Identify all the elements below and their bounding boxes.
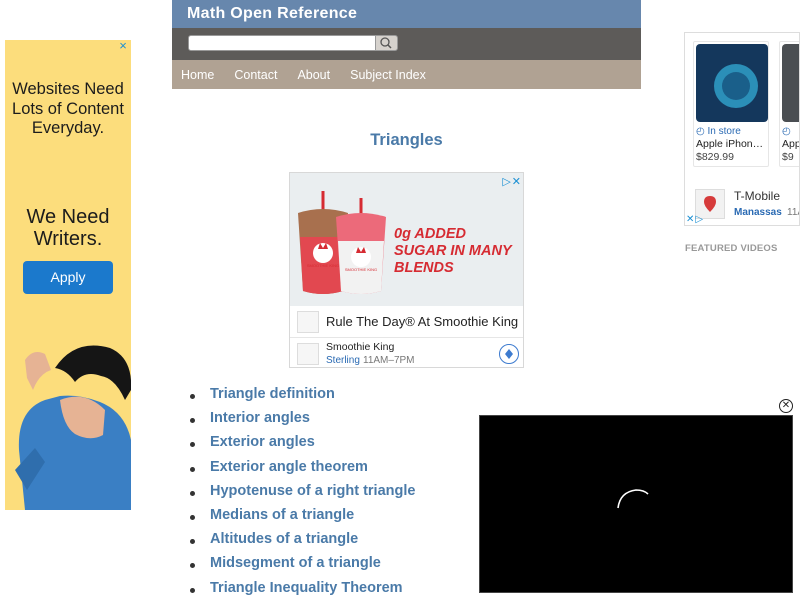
loading-spinner-icon	[617, 489, 649, 509]
list-bullet	[190, 442, 195, 448]
nav-home[interactable]: Home	[181, 68, 214, 82]
nav-about[interactable]: About	[297, 68, 330, 82]
product-name: App	[782, 138, 800, 150]
phone-image	[782, 44, 799, 122]
store-location[interactable]: Manassas	[734, 207, 782, 218]
availability-label: ◴ In store	[696, 126, 741, 137]
list-bullet	[190, 563, 195, 569]
smoothie-king-logo-icon	[297, 311, 319, 333]
video-close-icon[interactable]: ✕	[779, 399, 793, 413]
availability-label: ◴	[782, 126, 791, 137]
center-advertisement[interactable]: SMOOTHIE KING SMOOTHIE KING 0g ADDED SUG…	[289, 172, 524, 368]
list-bullet	[190, 514, 195, 520]
search-input[interactable]	[188, 35, 376, 51]
right-advertisement[interactable]: ◴ In store Apple iPhon… $829.99 ◴ App $9…	[684, 32, 800, 226]
nav-contact[interactable]: Contact	[234, 68, 277, 82]
ad-promo-text: Rule The Day® At Smoothie King	[326, 314, 519, 329]
adchoices-icon[interactable]: ✕▷	[686, 214, 704, 225]
topic-list: Triangle definition Interior angles Exte…	[190, 386, 415, 600]
ad-headline: Websites Need Lots of Content Everyday.	[12, 80, 124, 137]
ad-banner[interactable]: SMOOTHIE KING SMOOTHIE KING 0g ADDED SUG…	[290, 173, 523, 306]
search-icon	[380, 37, 392, 49]
search-button[interactable]	[375, 35, 398, 51]
topic-link[interactable]: Altitudes of a triangle	[190, 531, 415, 555]
list-bullet	[190, 587, 195, 593]
product-card[interactable]: ◴ App $9	[779, 41, 800, 167]
map-pin-icon	[297, 343, 319, 365]
site-title[interactable]: Math Open Reference	[172, 0, 641, 28]
nav-subject-index[interactable]: Subject Index	[350, 68, 426, 82]
ad-subheadline: We Need Writers.	[26, 206, 110, 250]
topic-link[interactable]: Interior angles	[190, 410, 415, 434]
topic-link[interactable]: Triangle definition	[190, 386, 415, 410]
ad-slogan: 0g ADDED SUGAR IN MANY BLENDS	[394, 226, 512, 276]
list-bullet	[190, 539, 195, 545]
ad-location-row[interactable]: Smoothie King Sterling 11AM–7PM	[290, 339, 523, 367]
list-bullet	[190, 394, 195, 399]
topic-link[interactable]: Midsegment of a triangle	[190, 555, 415, 579]
nav-bar: Home Contact About Subject Index	[172, 60, 641, 89]
topic-link[interactable]: Exterior angles	[190, 434, 415, 458]
featured-videos-label: FEATURED VIDEOS	[685, 243, 778, 254]
page-title: Triangles	[370, 131, 443, 149]
ad-close-icon[interactable]: ×	[117, 40, 129, 52]
ad-person-image	[5, 330, 131, 510]
store-name: T-Mobile	[734, 189, 781, 203]
product-price: $9	[782, 151, 794, 163]
topic-link[interactable]: Triangle Inequality Theorem	[190, 580, 415, 600]
topic-link[interactable]: Medians of a triangle	[190, 507, 415, 531]
list-bullet	[190, 490, 195, 496]
video-player[interactable]	[479, 415, 793, 593]
site-header: Math Open Reference Home Contact About S…	[172, 0, 641, 89]
topic-link[interactable]: Hypotenuse of a right triangle	[190, 483, 415, 507]
ad-apply-button[interactable]: Apply	[23, 261, 113, 294]
directions-icon[interactable]	[499, 344, 519, 364]
search-bar	[172, 28, 641, 60]
store-hours: 11A	[787, 207, 799, 218]
ad-business-name: Smoothie King	[326, 341, 395, 353]
left-advertisement[interactable]: × Websites Need Lots of Content Everyday…	[5, 40, 131, 510]
product-price: $829.99	[696, 151, 734, 163]
ad-business-location[interactable]: Sterling	[326, 355, 360, 366]
product-name: Apple iPhon…	[696, 138, 764, 150]
ad-business-hours: 11AM–7PM	[363, 355, 415, 366]
list-bullet	[190, 466, 195, 472]
list-bullet	[190, 418, 195, 424]
adchoices-icon[interactable]: ▷✕	[502, 175, 522, 188]
smoothie-cups-image: SMOOTHIE KING SMOOTHIE KING	[298, 191, 386, 294]
iphone-image	[696, 44, 768, 122]
svg-text:SMOOTHIE KING: SMOOTHIE KING	[345, 267, 377, 272]
product-card[interactable]: ◴ In store Apple iPhon… $829.99	[693, 41, 769, 167]
svg-text:SMOOTHIE KING: SMOOTHIE KING	[307, 263, 339, 268]
ad-promo-row[interactable]: Rule The Day® At Smoothie King	[290, 306, 523, 338]
topic-link[interactable]: Exterior angle theorem	[190, 459, 415, 483]
